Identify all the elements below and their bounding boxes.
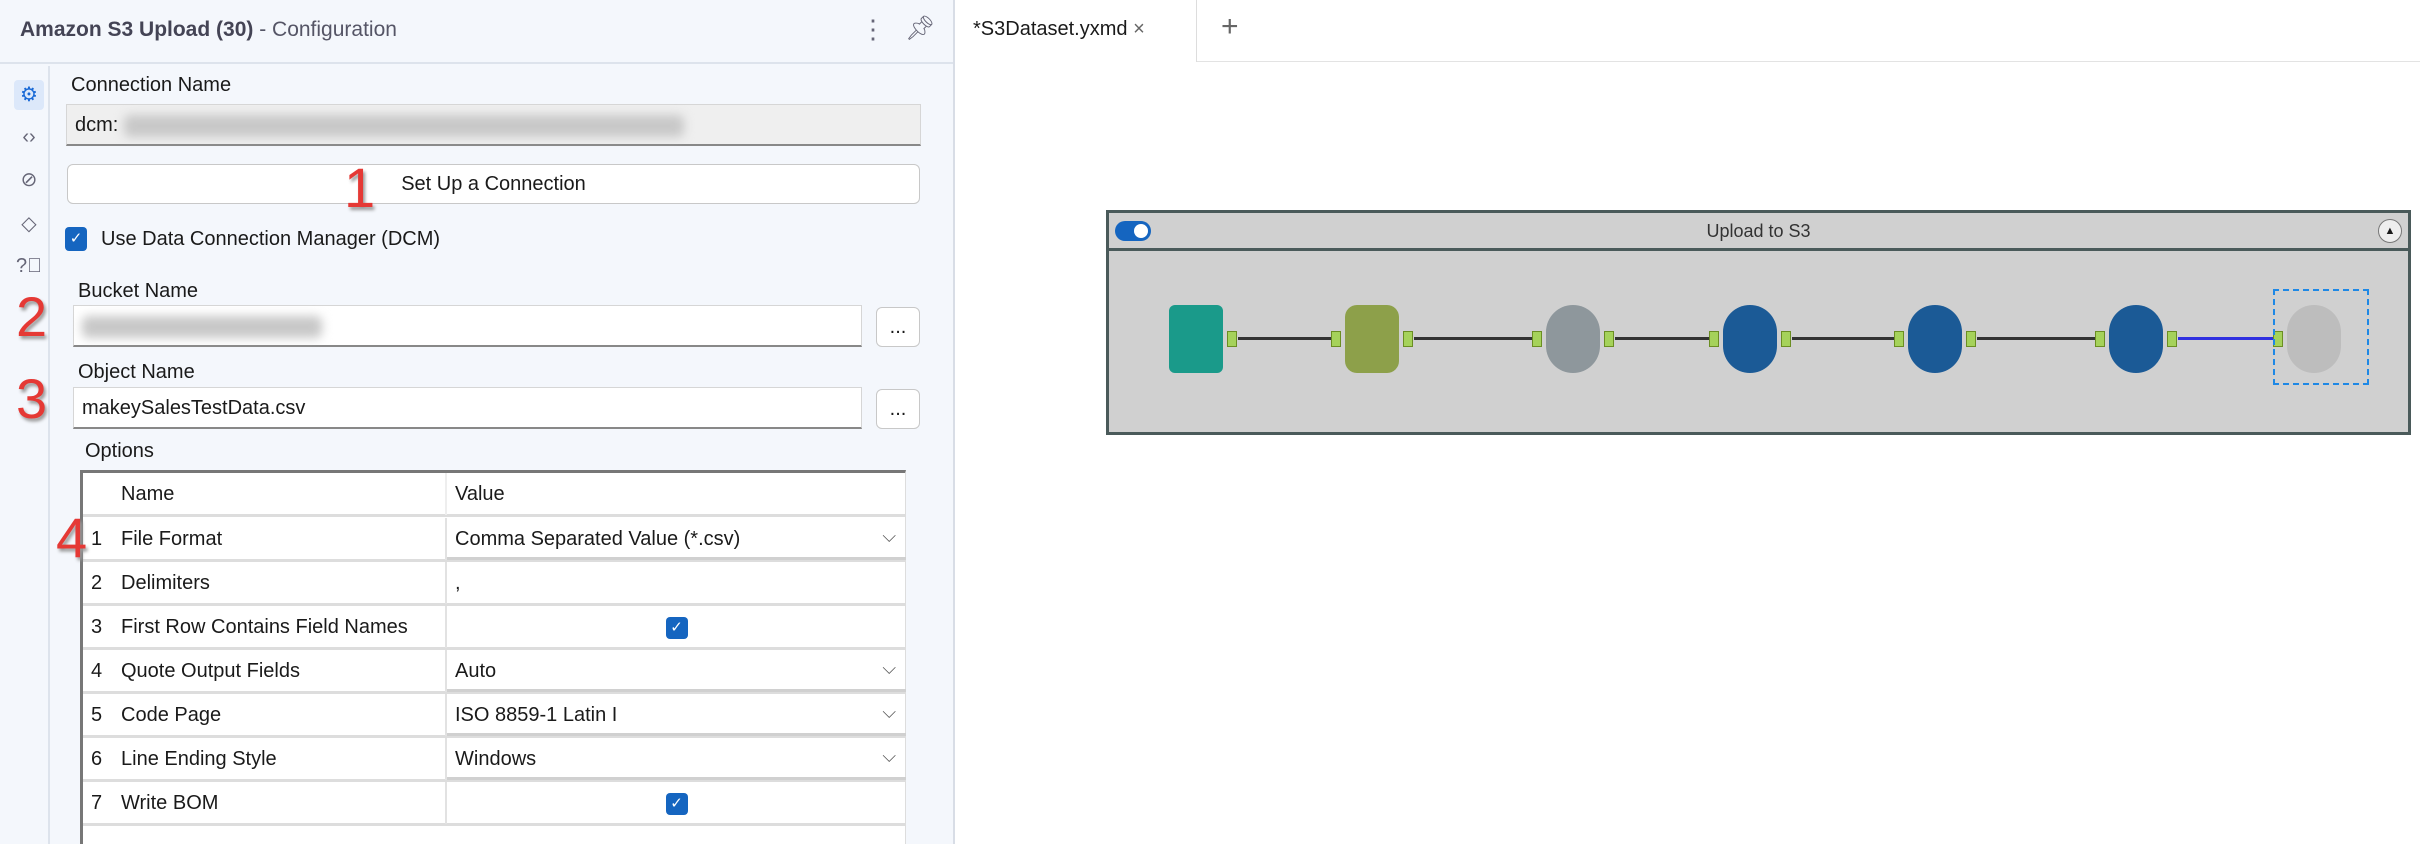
table-row: 5 Code Page ISO 8859-1 Latin I ⌵ bbox=[83, 694, 906, 738]
name-column-header: Name bbox=[121, 483, 175, 505]
value-column-header: Value bbox=[445, 473, 906, 515]
annotation-3: 3 bbox=[16, 367, 48, 430]
annotation-2: 2 bbox=[16, 285, 48, 348]
connection-wire bbox=[1977, 337, 2095, 340]
table-row: 6 Line Ending Style Windows ⌵ bbox=[83, 738, 906, 782]
dcm-checkbox[interactable]: ✓ bbox=[65, 227, 87, 251]
connection-wire bbox=[1615, 337, 1709, 340]
option-name: Delimiters bbox=[121, 572, 210, 594]
select-tool[interactable] bbox=[1345, 305, 1399, 373]
bucket-browse-button[interactable]: ... bbox=[876, 307, 920, 347]
row-number: 6 bbox=[91, 748, 103, 770]
row-number: 3 bbox=[91, 616, 103, 638]
table-row: 3 First Row Contains Field Names ✓ bbox=[83, 606, 906, 650]
bucket-name-label: Bucket Name bbox=[78, 280, 199, 302]
output-anchor[interactable] bbox=[1781, 331, 1791, 347]
connection-wire bbox=[1792, 337, 1894, 340]
chevron-down-icon: ⌵ bbox=[882, 658, 896, 678]
output-anchor[interactable] bbox=[1604, 331, 1614, 347]
collapse-icon[interactable]: ▲ bbox=[2378, 219, 2402, 243]
row-number: 1 bbox=[91, 528, 103, 550]
value-cell: ✓ bbox=[445, 606, 906, 648]
annotation-4: 4 bbox=[56, 506, 88, 569]
test-tool[interactable] bbox=[2109, 305, 2163, 373]
add-tab-icon[interactable]: + bbox=[1221, 10, 1239, 44]
set-up-connection-button[interactable]: Set Up a Connection bbox=[67, 164, 920, 204]
row-number: 4 bbox=[91, 660, 103, 682]
help-icon[interactable]: ?⃝ bbox=[14, 251, 44, 281]
input-anchor[interactable] bbox=[1331, 331, 1341, 347]
output-anchor[interactable] bbox=[1403, 331, 1413, 347]
table-row: 7 Write BOM ✓ bbox=[83, 782, 906, 826]
tag-icon[interactable]: ◇ bbox=[14, 209, 44, 239]
value-dropdown[interactable]: Comma Separated Value (*.csv) ⌵ bbox=[445, 518, 906, 560]
connection-wire bbox=[2178, 337, 2273, 340]
table-row: 1 File Format Comma Separated Value (*.csv… bbox=[83, 518, 906, 562]
annotation-1: 1 bbox=[344, 156, 376, 219]
option-name: Line Ending Style bbox=[121, 748, 277, 770]
option-name: Quote Output Fields bbox=[121, 660, 300, 682]
tab-label: *S3Dataset.yxmd bbox=[973, 18, 1128, 40]
dcm-checkbox-label: Use Data Connection Manager (DCM) bbox=[101, 228, 441, 250]
selection-box bbox=[2273, 289, 2369, 385]
redacted-connection bbox=[123, 114, 684, 137]
tab-bar: *S3Dataset.yxmd × + bbox=[957, 0, 2420, 62]
object-name-input[interactable]: makeySalesTestData.csv bbox=[73, 387, 862, 429]
input-data-tool[interactable] bbox=[1169, 305, 1223, 373]
value-dropdown[interactable]: ISO 8859-1 Latin I ⌵ bbox=[445, 694, 906, 736]
code-icon[interactable]: ‹› bbox=[14, 122, 44, 152]
more-options-icon[interactable]: ⋮ bbox=[860, 14, 886, 45]
value-checkbox[interactable]: ✓ bbox=[665, 617, 688, 639]
bucket-name-input[interactable] bbox=[73, 305, 862, 347]
pin-icon[interactable]: 📌︎ bbox=[905, 14, 935, 43]
gear-icon[interactable]: ⚙ bbox=[14, 80, 44, 110]
tool-container[interactable]: Upload to S3 ▲ bbox=[1106, 210, 2411, 435]
output-icon[interactable]: ⊘ bbox=[14, 165, 44, 195]
panel-rail: ⚙ ‹› ⊘ ◇ ?⃝ bbox=[6, 66, 50, 844]
row-number: 2 bbox=[91, 572, 103, 594]
row-number: 5 bbox=[91, 704, 103, 726]
browse-tool[interactable] bbox=[1908, 305, 1962, 373]
input-anchor[interactable] bbox=[1709, 331, 1719, 347]
tab-s3dataset[interactable]: *S3Dataset.yxmd × bbox=[957, 0, 1197, 62]
value-checkbox[interactable]: ✓ bbox=[665, 793, 688, 815]
object-browse-button[interactable]: ... bbox=[876, 389, 920, 429]
connection-wire bbox=[1238, 337, 1331, 340]
data-cleansing-tool[interactable] bbox=[1723, 305, 1777, 373]
chevron-down-icon: ⌵ bbox=[882, 702, 896, 722]
formula-tool[interactable] bbox=[1546, 305, 1600, 373]
output-anchor[interactable] bbox=[1966, 331, 1976, 347]
configuration-panel: Amazon S3 Upload (30) - Configuration ⋮ … bbox=[0, 0, 955, 844]
container-title: Upload to S3 bbox=[1109, 213, 2408, 251]
options-label: Options bbox=[85, 440, 154, 462]
option-name: File Format bbox=[121, 528, 223, 550]
connection-name-field: dcm: bbox=[66, 104, 921, 146]
row-number: 7 bbox=[91, 792, 103, 814]
table-row: 2 Delimiters, bbox=[83, 562, 906, 606]
panel-title: Amazon S3 Upload (30) - Configuration bbox=[20, 18, 397, 41]
option-name: Write BOM bbox=[121, 792, 219, 814]
container-toggle[interactable] bbox=[1115, 221, 1151, 241]
option-name: Code Page bbox=[121, 704, 222, 726]
input-anchor[interactable] bbox=[2095, 331, 2105, 347]
input-anchor[interactable] bbox=[1894, 331, 1904, 347]
option-name: First Row Contains Field Names bbox=[121, 616, 408, 638]
chevron-down-icon: ⌵ bbox=[882, 526, 896, 546]
connection-wire bbox=[1414, 337, 1532, 340]
value-cell: ✓ bbox=[445, 782, 906, 824]
value-text-input[interactable]: , bbox=[445, 562, 906, 604]
output-anchor[interactable] bbox=[1227, 331, 1237, 347]
input-anchor[interactable] bbox=[1532, 331, 1542, 347]
connection-name-label: Connection Name bbox=[71, 74, 232, 96]
table-row: 4 Quote Output Fields Auto ⌵ bbox=[83, 650, 906, 694]
table-header: Name Value bbox=[83, 473, 906, 517]
panel-header: Amazon S3 Upload (30) - Configuration ⋮ … bbox=[0, 0, 953, 64]
chevron-down-icon: ⌵ bbox=[882, 746, 896, 766]
value-dropdown[interactable]: Windows ⌵ bbox=[445, 738, 906, 780]
close-tab-icon[interactable]: × bbox=[1133, 18, 1145, 40]
options-table: Name Value 1 File Format Comma Separated V… bbox=[80, 470, 906, 844]
value-dropdown[interactable]: Auto ⌵ bbox=[445, 650, 906, 692]
output-anchor[interactable] bbox=[2167, 331, 2177, 347]
object-name-label: Object Name bbox=[78, 361, 195, 383]
